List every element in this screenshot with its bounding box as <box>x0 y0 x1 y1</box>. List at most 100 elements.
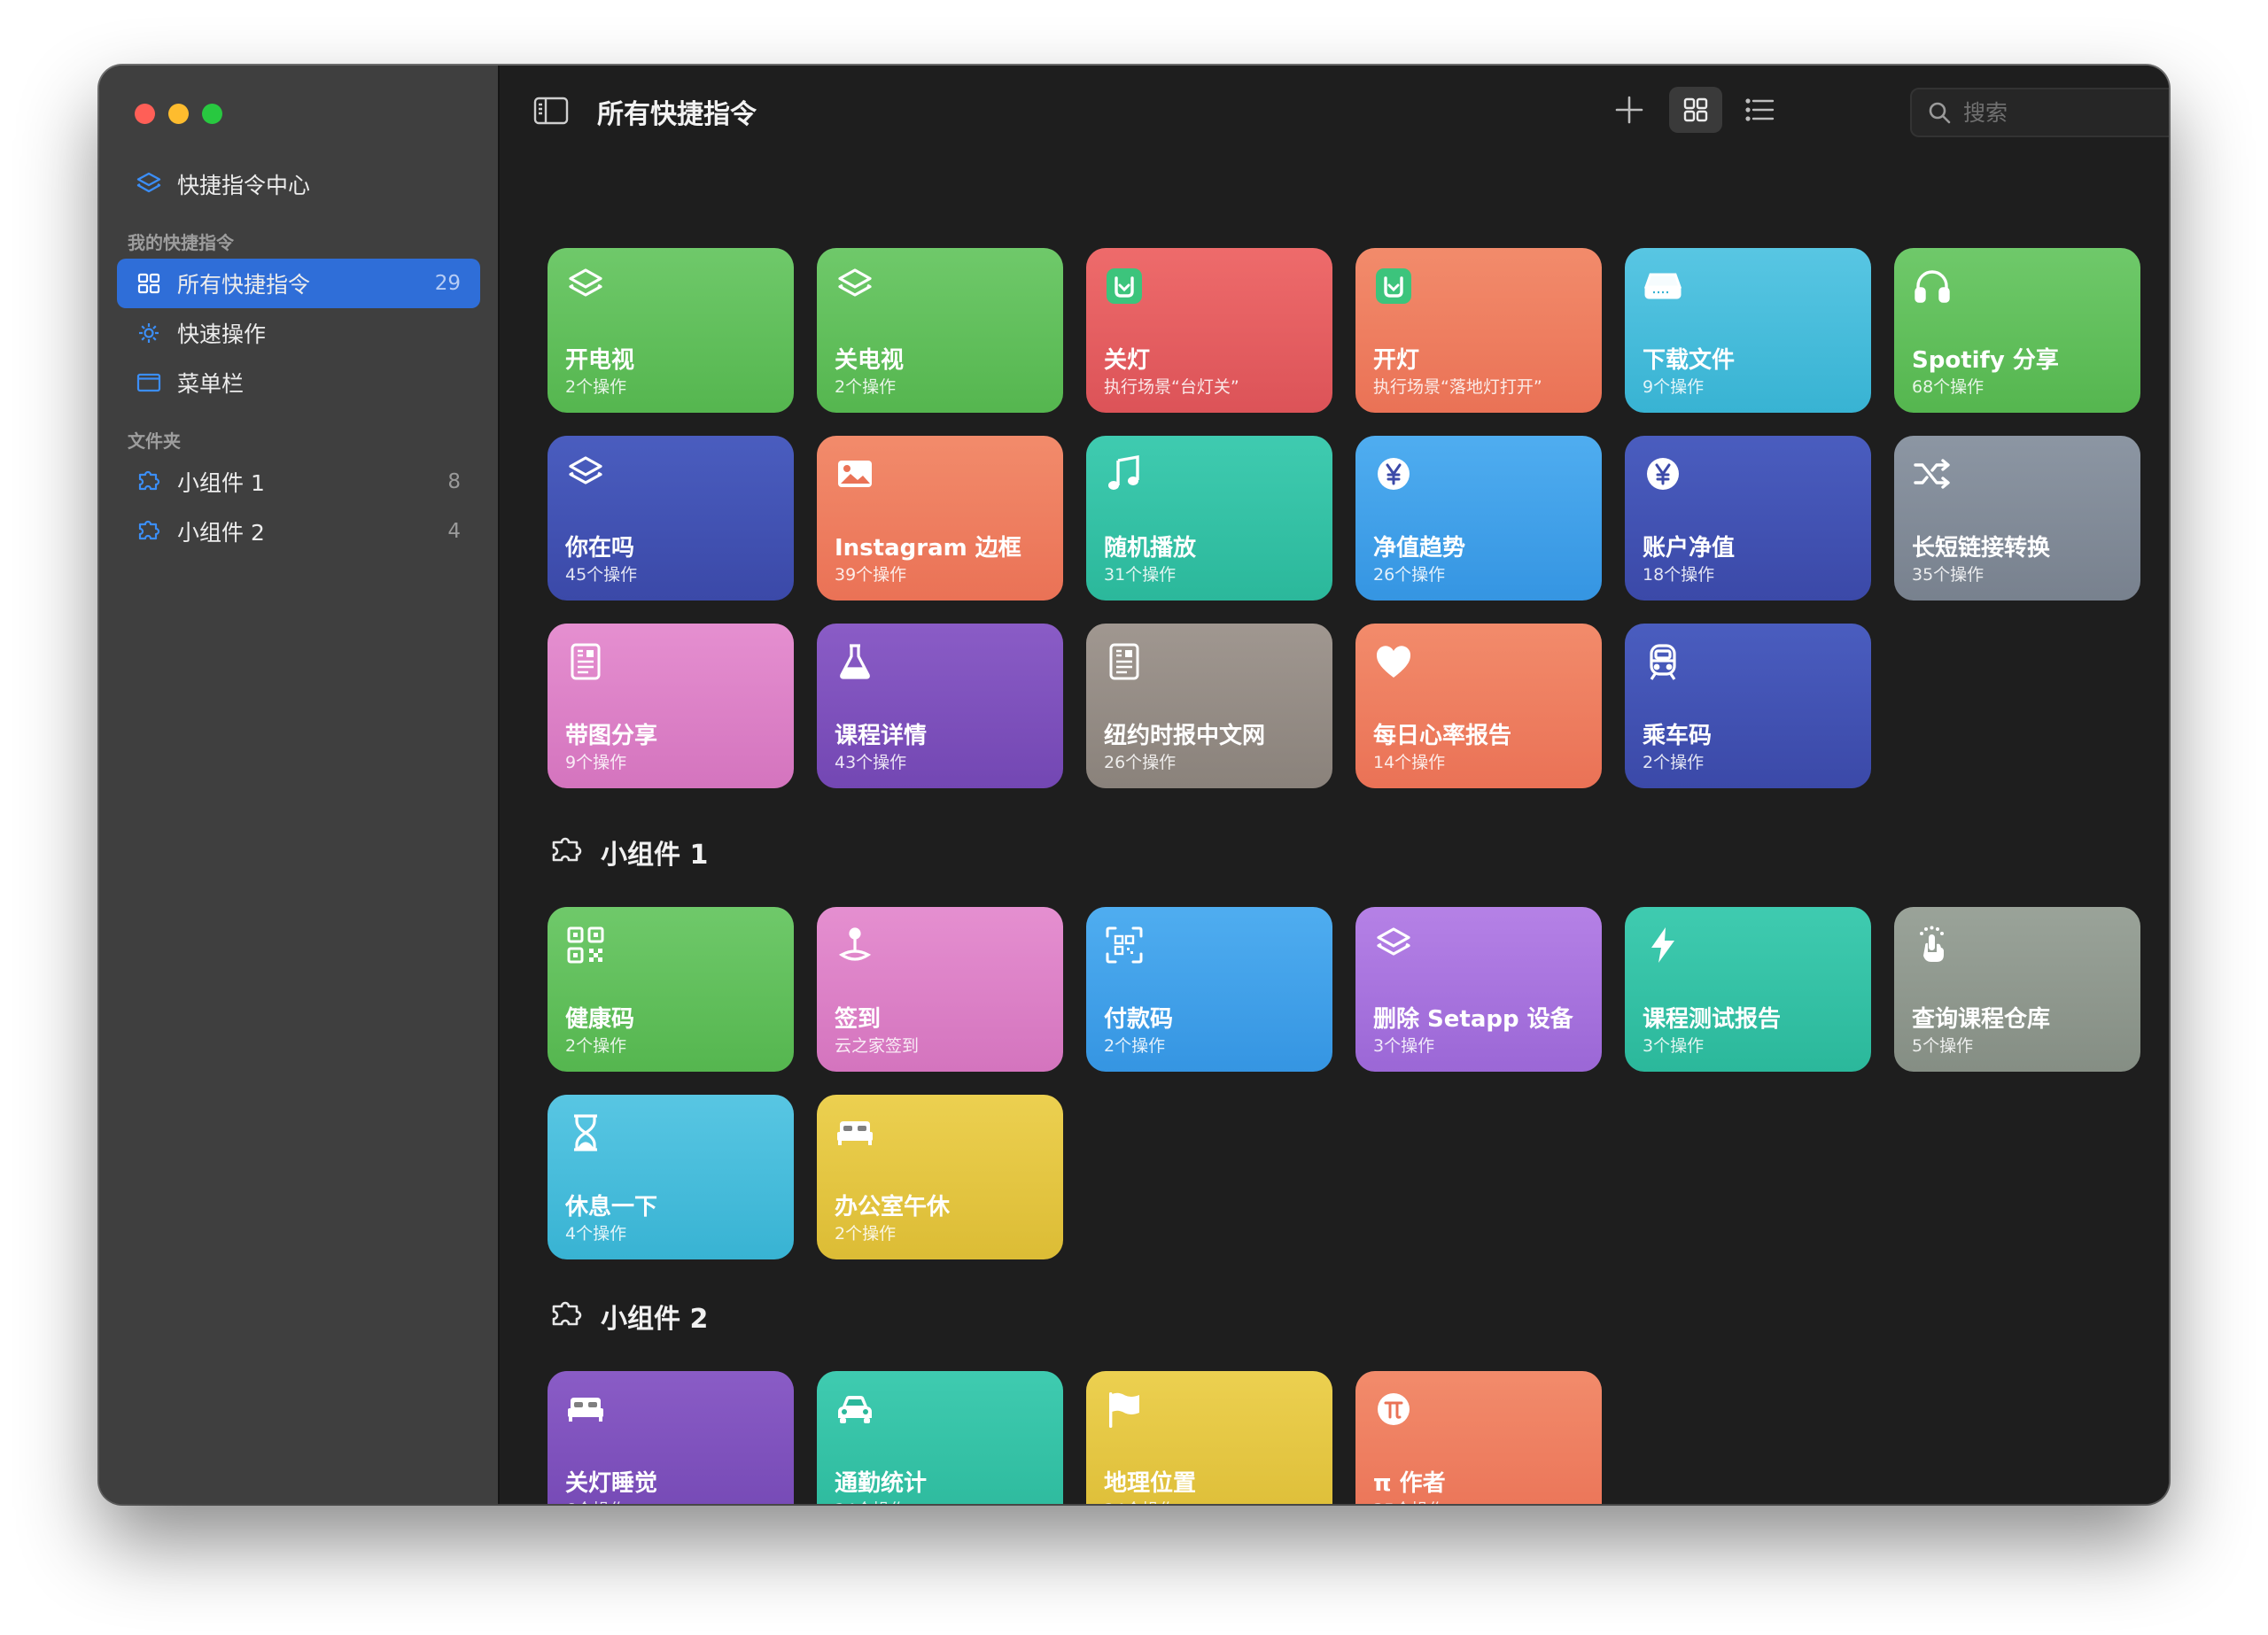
sidebar-item-all-shortcuts[interactable]: 所有快捷指令 29 <box>117 259 480 308</box>
shortcut-subtitle: 35个操作 <box>1912 565 1984 585</box>
shortcut-title: 净值趋势 <box>1373 535 1466 562</box>
home-app-icon <box>1104 266 1145 306</box>
sidebar-item-label: 所有快捷指令 <box>177 272 311 298</box>
layers-icon <box>565 453 606 494</box>
shortcut-subtitle: 2个操作 <box>835 377 897 397</box>
shortcut-subtitle: 68个操作 <box>1912 377 1984 397</box>
search-input[interactable] <box>1961 98 2169 127</box>
shortcut-card[interactable]: 关灯睡觉6个操作 <box>548 1371 794 1504</box>
my-shortcuts-heading: 我的快捷指令 <box>128 232 234 253</box>
shortcut-subtitle: 执行场景“台灯关” <box>1104 377 1239 397</box>
shortcut-card[interactable]: 净值趋势 26个操作 <box>1355 436 1602 601</box>
hand-tap-icon <box>1912 925 1953 965</box>
shortcut-card[interactable]: Spotify 分享 68个操作 <box>1894 248 2140 413</box>
music-note-icon <box>1104 453 1145 494</box>
shortcut-card[interactable]: 随机播放 31个操作 <box>1086 436 1332 601</box>
shortcut-title: 健康码 <box>565 1006 635 1033</box>
shortcut-title: Instagram 边框 <box>835 535 1021 562</box>
toolbar: 所有快捷指令 <box>500 66 2169 158</box>
shortcut-title: Spotify 分享 <box>1912 347 2059 374</box>
list-icon <box>1745 98 1775 121</box>
shortcut-card[interactable]: 带图分享 9个操作 <box>548 624 794 788</box>
layers-icon <box>835 266 875 306</box>
pi-icon <box>1373 1389 1414 1430</box>
shortcut-card[interactable]: 每日心率报告 14个操作 <box>1355 624 1602 788</box>
shortcut-title: 开灯 <box>1373 347 1420 374</box>
menubar-icon <box>133 367 165 399</box>
shortcut-card[interactable]: 休息一下 4个操作 <box>548 1095 794 1259</box>
zoom-window-button[interactable] <box>202 104 222 124</box>
shortcuts-content: 开电视 2个操作 关电视 2个操作 关灯 执行场景“台灯关” 开灯 执行场景“落地灯打开” 下载… <box>500 158 2169 1504</box>
shortcut-card[interactable]: 开电视 2个操作 <box>548 248 794 413</box>
shortcut-subtitle: 2个操作 <box>1104 1036 1166 1056</box>
yen-icon <box>1643 453 1683 494</box>
sidebar-item-gallery[interactable]: 快捷指令中心 <box>117 159 480 209</box>
shortcut-card[interactable]: 地理位置24个操作 <box>1086 1371 1332 1504</box>
add-shortcut-button[interactable] <box>1612 92 1647 128</box>
puzzle-icon <box>133 466 165 498</box>
shortcut-subtitle: 9个操作 <box>565 753 627 772</box>
shortcut-subtitle: 43个操作 <box>835 753 907 772</box>
bed-icon <box>835 1112 875 1153</box>
close-window-button[interactable] <box>135 104 155 124</box>
shortcut-card[interactable]: π 作者35个操作 <box>1355 1371 1602 1504</box>
minimize-window-button[interactable] <box>168 104 189 124</box>
shortcut-subtitle: 24个操作 <box>835 1497 906 1504</box>
shortcut-card[interactable]: 签到 云之家签到 <box>817 907 1063 1072</box>
shortcut-title: 关电视 <box>835 347 905 374</box>
shortcuts-grid-all: 开电视 2个操作 关电视 2个操作 关灯 执行场景“台灯关” 开灯 执行场景“落地灯打开” 下载… <box>548 248 2142 788</box>
shortcuts-window: 快捷指令中心 我的快捷指令 所有快捷指令 29 快速操作 菜单栏 文件夹 小组件… <box>99 66 2169 1504</box>
bolt-icon <box>1643 925 1683 965</box>
shortcut-card[interactable]: 课程详情 43个操作 <box>817 624 1063 788</box>
shortcut-title: 账户净值 <box>1643 535 1736 562</box>
sidebar-item-folder-widget-1[interactable]: 小组件 1 8 <box>117 457 480 507</box>
shortcut-card[interactable]: 账户净值 18个操作 <box>1625 436 1871 601</box>
shortcut-subtitle: 2个操作 <box>1643 753 1705 772</box>
shortcut-card[interactable]: 课程测试报告 3个操作 <box>1625 907 1871 1072</box>
shortcut-card[interactable]: Instagram 边框 39个操作 <box>817 436 1063 601</box>
shortcut-title: 课程详情 <box>835 723 928 749</box>
shortcut-card[interactable]: 长短链接转换 35个操作 <box>1894 436 2140 601</box>
headphones-icon <box>1912 266 1953 306</box>
shortcut-title: 课程测试报告 <box>1643 1006 1782 1033</box>
plus-icon <box>1615 96 1643 124</box>
shortcut-card[interactable]: 关电视 2个操作 <box>817 248 1063 413</box>
shortcut-subtitle: 3个操作 <box>1373 1036 1435 1056</box>
shortcut-card[interactable]: 办公室午休 2个操作 <box>817 1095 1063 1259</box>
shortcut-card[interactable]: 通勤统计24个操作 <box>817 1371 1063 1504</box>
sidebar-item-menu-bar[interactable]: 菜单栏 <box>117 358 480 407</box>
yen-icon <box>1373 453 1414 494</box>
search-icon <box>1929 102 1951 124</box>
folders-heading: 文件夹 <box>128 430 181 452</box>
item-count: 29 <box>434 272 461 295</box>
section-title: 小组件 2 <box>601 1304 709 1335</box>
shortcut-card[interactable]: 健康码 2个操作 <box>548 907 794 1072</box>
puzzle-icon <box>552 837 582 862</box>
shortcut-card[interactable]: 下载文件 9个操作 <box>1625 248 1871 413</box>
shortcut-card[interactable]: 关灯执行场景“台灯关” <box>1086 248 1332 413</box>
main-area: 所有快捷指令 开电视2个操作关电视2个操作关灯执行场景“台灯关”开灯执行场景“落… <box>500 66 2169 1504</box>
puzzle-icon <box>552 1301 582 1326</box>
toggle-sidebar-button[interactable] <box>533 96 569 126</box>
shortcut-card[interactable]: 删除 Setapp 设备 3个操作 <box>1355 907 1602 1072</box>
shortcut-title: 关灯 <box>1104 347 1151 374</box>
home-app-icon <box>1373 266 1414 306</box>
sidebar-item-folder-widget-2[interactable]: 小组件 2 4 <box>117 507 480 556</box>
shuffle-icon <box>1912 453 1953 494</box>
shortcut-title: 办公室午休 <box>835 1194 951 1220</box>
sidebar-item-label: 小组件 2 <box>177 520 265 546</box>
sidebar-item-quick-actions[interactable]: 快速操作 <box>117 308 480 358</box>
shortcut-card[interactable]: 查询课程仓库 5个操作 <box>1894 907 2140 1072</box>
shortcut-subtitle: 2个操作 <box>565 1036 627 1056</box>
grid-view-button[interactable] <box>1669 87 1722 133</box>
list-view-button[interactable] <box>1733 87 1786 133</box>
shortcut-card[interactable]: 开灯 执行场景“落地灯打开” <box>1355 248 1602 413</box>
shortcut-card[interactable]: 你在吗 45个操作 <box>548 436 794 601</box>
shortcut-title: π 作者 <box>1373 1470 1446 1497</box>
shortcut-card[interactable]: 付款码 2个操作 <box>1086 907 1332 1072</box>
search-field[interactable] <box>1910 88 2169 137</box>
page-title: 所有快捷指令 <box>597 99 757 130</box>
shortcut-card[interactable]: 乘车码 2个操作 <box>1625 624 1871 788</box>
shortcut-title: 付款码 <box>1104 1006 1174 1033</box>
shortcut-card[interactable]: 纽约时报中文网 26个操作 <box>1086 624 1332 788</box>
